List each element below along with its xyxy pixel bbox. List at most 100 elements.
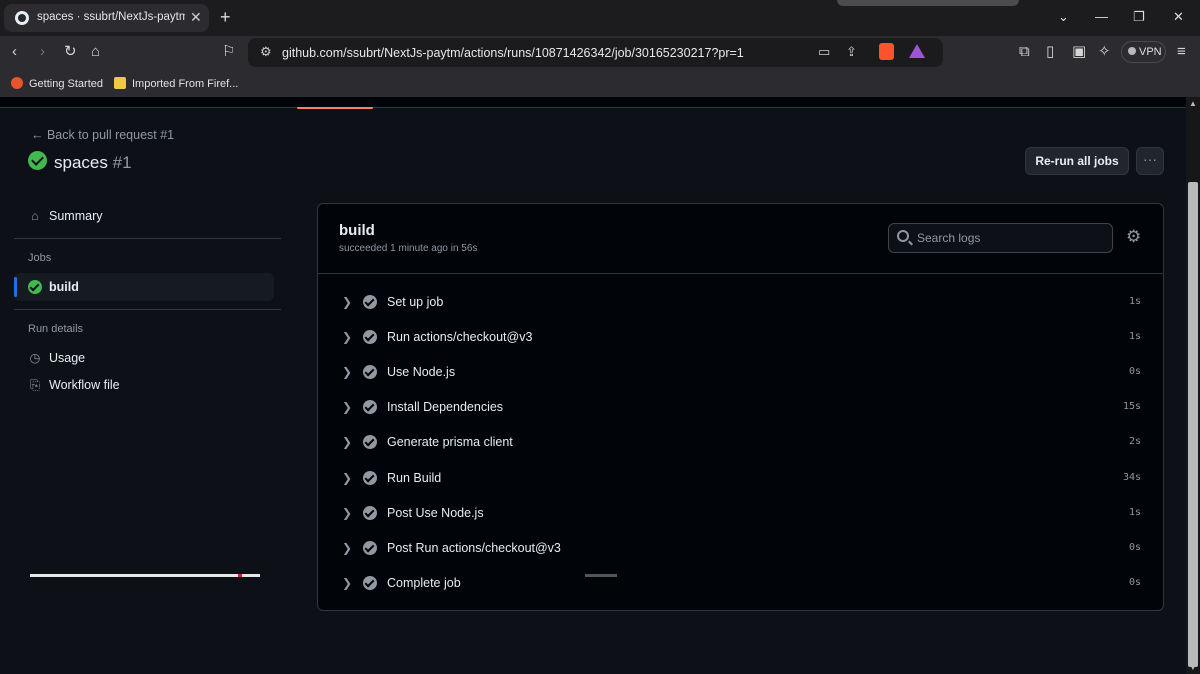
cast-icon[interactable]: ▭ (818, 44, 830, 60)
extensions-icon[interactable]: ⧉ (1019, 43, 1030, 61)
step-duration: 0s (1128, 366, 1141, 378)
chevron-right-icon[interactable]: ❯ (342, 400, 352, 414)
step-name: Run actions/checkout@v3 (387, 330, 533, 345)
back-arrow-icon[interactable]: ‹ (12, 43, 17, 61)
job-success-icon (28, 280, 42, 294)
gear-icon[interactable]: ⚙ (1126, 228, 1141, 246)
tab-search-chevron-icon[interactable]: ⌄ (1058, 9, 1069, 25)
vpn-label: VPN (1139, 46, 1162, 58)
step-success-icon (363, 540, 377, 555)
brave-rewards-icon[interactable] (909, 44, 925, 58)
browser-tab[interactable]: spaces · ssubrt/NextJs-paytm ✕ (4, 4, 209, 32)
chevron-right-icon[interactable]: ❯ (342, 435, 352, 449)
search-logs-input[interactable] (917, 224, 1107, 252)
bookmark-label: Getting Started (29, 78, 103, 90)
minimize-icon[interactable]: — (1095, 9, 1108, 24)
share-icon[interactable]: ⇪ (846, 44, 857, 60)
close-tab-icon[interactable]: ✕ (190, 9, 202, 26)
step-row[interactable]: ❯ Post Use Node.js 1s (318, 497, 1163, 532)
browser-toolbar: ‹ › ↻ ⌂ ⚐ ⚙ github.com/ssubrt/NextJs-pay… (0, 36, 1200, 70)
bookmark-getting-started[interactable]: Getting Started (11, 77, 103, 90)
step-name: Complete job (387, 575, 461, 590)
stopwatch-icon: ◷ (29, 351, 41, 365)
step-success-icon (363, 575, 377, 590)
tab-title: spaces · ssubrt/NextJs-paytm (37, 11, 185, 23)
step-success-icon (363, 470, 377, 485)
step-row[interactable]: ❯ Generate prisma client 2s (318, 426, 1163, 461)
taskbar-edge (30, 574, 260, 577)
url-text[interactable]: github.com/ssubrt/NextJs-paytm/actions/r… (282, 46, 744, 60)
bookmarks-bar: Getting Started Imported From Firef... (0, 70, 1200, 97)
sidebar-item-label: build (49, 280, 79, 294)
restore-icon[interactable]: ❐ (1133, 9, 1145, 25)
chevron-right-icon[interactable]: ❯ (342, 295, 352, 309)
step-name: Run Build (387, 470, 442, 485)
search-logs-box[interactable] (888, 223, 1113, 253)
menu-icon[interactable]: ≡ (1177, 43, 1186, 61)
job-title: build (339, 222, 375, 239)
step-row[interactable]: ❯ Post Run actions/checkout@v3 0s (318, 532, 1163, 567)
step-row[interactable]: ❯ Install Dependencies 15s (318, 391, 1163, 426)
vpn-button[interactable]: VPN (1121, 41, 1166, 63)
step-success-icon (363, 330, 377, 345)
browser-tab-bar: spaces · ssubrt/NextJs-paytm ✕ + ⌄ — ❐ ✕ (0, 0, 1200, 36)
bookmark-folder-imported[interactable]: Imported From Firef... (114, 77, 238, 90)
sidebar-item-usage[interactable]: ◷ Usage (28, 350, 86, 365)
reload-icon[interactable]: ↻ (64, 43, 77, 61)
repo-nav-strip (0, 97, 1186, 108)
sidebar-item-build[interactable]: build (14, 273, 274, 301)
step-row[interactable]: ❯ Complete job 0s (318, 567, 1163, 602)
address-bar[interactable]: ⚙ github.com/ssubrt/NextJs-paytm/actions… (248, 38, 943, 67)
jobs-heading: Jobs (28, 252, 52, 264)
leo-ai-icon[interactable]: ✧ (1098, 43, 1111, 61)
step-row[interactable]: ❯ Set up job 1s (318, 286, 1163, 321)
home-icon[interactable]: ⌂ (91, 43, 100, 61)
github-actions-page: ← Back to pull request #1 spaces #1 Re-r… (0, 97, 1186, 674)
step-success-icon (363, 400, 377, 415)
more-options-button[interactable]: ··· (1136, 147, 1164, 175)
brave-shields-icon[interactable] (879, 43, 894, 60)
sidebar-item-workflow-file[interactable]: ⎘ Workflow file (28, 378, 120, 393)
chevron-right-icon[interactable]: ❯ (342, 471, 352, 485)
scroll-up-arrow-icon[interactable]: ▲ (1189, 99, 1197, 108)
active-tab-underline (297, 107, 373, 109)
step-name: Use Node.js (387, 365, 456, 380)
sidebar-item-label: Usage (49, 351, 86, 365)
chevron-right-icon[interactable]: ❯ (342, 365, 352, 379)
step-duration: 0s (1128, 541, 1141, 553)
chevron-right-icon[interactable]: ❯ (342, 506, 352, 520)
close-window-icon[interactable]: ✕ (1173, 9, 1184, 25)
scrollbar[interactable]: ▲ ▼ (1186, 97, 1200, 674)
step-row[interactable]: ❯ Run Build 34s (318, 462, 1163, 497)
forward-arrow-icon[interactable]: › (40, 43, 45, 61)
folder-icon (114, 77, 126, 89)
scrollbar-thumb[interactable] (1188, 182, 1198, 667)
step-duration: 15s (1122, 401, 1141, 413)
step-name: Post Use Node.js (387, 505, 484, 520)
bookmark-label: Imported From Firef... (132, 78, 239, 90)
sidebar-item-summary[interactable]: ⌂ Summary (28, 209, 102, 223)
chevron-right-icon[interactable]: ❯ (342, 330, 352, 344)
back-to-pull-request-link[interactable]: ← Back to pull request #1 (31, 128, 174, 142)
active-indicator (14, 277, 17, 297)
chevron-right-icon[interactable]: ❯ (342, 541, 352, 555)
chevron-right-icon[interactable]: ❯ (342, 576, 352, 590)
bookmark-icon[interactable]: ⚐ (222, 43, 235, 61)
run-number: #1 (112, 153, 132, 172)
run-success-icon (28, 151, 47, 170)
step-row[interactable]: ❯ Use Node.js 0s (318, 356, 1163, 391)
wallet-icon[interactable]: ▣ (1072, 43, 1086, 61)
taskbar-edge (585, 574, 617, 577)
job-header: build succeeded 1 minute ago in 56s ⚙ (318, 204, 1163, 274)
site-settings-icon[interactable]: ⚙ (260, 44, 272, 60)
new-tab-icon[interactable]: + (220, 7, 231, 27)
step-success-icon (363, 505, 377, 520)
step-row[interactable]: ❯ Run actions/checkout@v3 1s (318, 321, 1163, 356)
rerun-all-jobs-button[interactable]: Re-run all jobs (1025, 147, 1129, 175)
vpn-status-dot (1128, 47, 1136, 55)
search-icon (897, 230, 909, 242)
step-success-icon (363, 295, 377, 309)
sidebar-toggle-icon[interactable]: ▯ (1046, 43, 1054, 61)
sidebar-item-label: Summary (49, 209, 103, 223)
scroll-down-arrow-icon[interactable]: ▼ (1189, 663, 1197, 672)
